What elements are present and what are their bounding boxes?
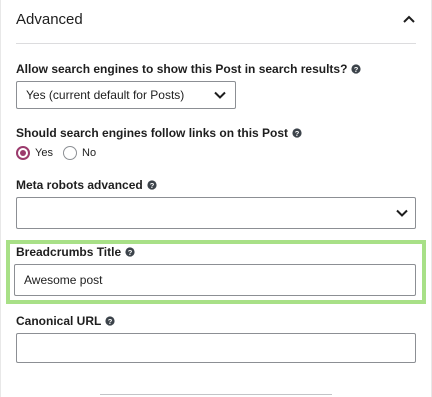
help-icon[interactable]: ?: [147, 180, 157, 190]
svg-text:?: ?: [149, 181, 154, 190]
svg-text:?: ?: [128, 248, 133, 257]
show-in-results-label: Allow search engines to show this Post i…: [16, 62, 362, 76]
help-icon[interactable]: ?: [351, 64, 362, 74]
breadcrumbs-title-value: Awesome post: [24, 273, 103, 287]
follow-links-no-radio[interactable]: [63, 146, 77, 160]
canonical-url-label: Canonical URL?: [16, 314, 115, 328]
svg-text:?: ?: [295, 129, 300, 138]
meta-robots-label-text: Meta robots advanced: [16, 178, 143, 192]
advanced-section-header[interactable]: Advanced: [0, 0, 432, 44]
canonical-url-label-text: Canonical URL: [16, 314, 102, 328]
follow-links-label: Should search engines follow links on th…: [16, 126, 302, 140]
panel-border-left: [0, 0, 1, 397]
help-icon[interactable]: ?: [105, 316, 115, 326]
show-in-results-value: Yes (current default for Posts): [26, 88, 185, 102]
breadcrumbs-title-input[interactable]: Awesome post: [14, 264, 416, 296]
breadcrumbs-label-text: Breadcrumbs Title: [16, 245, 122, 259]
svg-text:?: ?: [108, 317, 113, 326]
show-in-results-label-text: Allow search engines to show this Post i…: [16, 62, 348, 76]
chevron-up-icon[interactable]: [402, 14, 416, 24]
canonical-url-input[interactable]: [16, 333, 416, 363]
follow-links-no-label[interactable]: No: [82, 147, 96, 159]
follow-links-yes-label[interactable]: Yes: [35, 147, 53, 159]
svg-text:?: ?: [354, 65, 359, 74]
chevron-down-icon: [396, 209, 408, 217]
help-icon[interactable]: ?: [292, 128, 302, 138]
follow-links-label-text: Should search engines follow links on th…: [16, 126, 289, 140]
breadcrumbs-label: Breadcrumbs Title?: [16, 245, 135, 259]
chevron-down-icon: [214, 91, 226, 99]
bottom-divider: [100, 394, 332, 395]
header-divider: [16, 43, 416, 44]
show-in-results-select[interactable]: Yes (current default for Posts): [16, 81, 236, 109]
follow-links-yes-radio[interactable]: [16, 146, 30, 160]
section-title: Advanced: [16, 11, 83, 28]
meta-robots-label: Meta robots advanced?: [16, 178, 157, 192]
help-icon[interactable]: ?: [125, 247, 135, 257]
advanced-panel: Advanced Allow search engines to show th…: [0, 0, 432, 397]
meta-robots-select[interactable]: [16, 197, 416, 229]
